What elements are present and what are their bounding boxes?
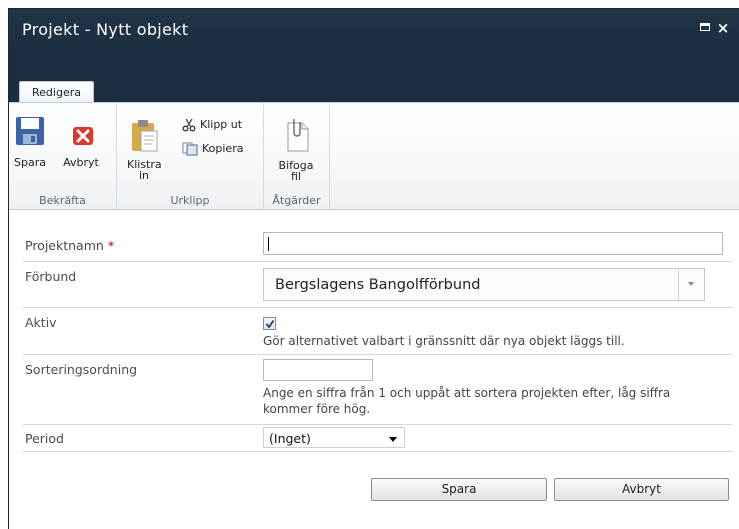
attach-file-button[interactable]: Bifoga fil [275,117,317,182]
period-label: Period [25,431,64,446]
cut-label: Klipp ut [200,118,243,131]
copy-icon [182,142,198,156]
row-period: Period (Inget) [23,425,732,452]
required-marker: * [107,238,115,253]
row-forbund: Förbund Bergslagens Bangolfförbund [23,262,732,308]
forbund-selected: Bergslagens Bangolfförbund [275,277,481,293]
cancel-label: Avbryt [63,156,99,169]
projektnamn-label: Projektnamn * [25,238,115,253]
period-selected: (Inget) [269,431,311,446]
sorteringsordning-input[interactable] [263,359,373,381]
save-icon [16,117,44,145]
paperclip-document-icon [287,119,309,152]
dialog-title: Projekt - Nytt objekt [22,20,189,39]
scissors-icon [182,118,196,132]
aktiv-hint: Gör alternativet valbart i gränssnitt dä… [263,334,625,348]
close-icon[interactable]: × [716,21,730,36]
period-select[interactable]: (Inget) [263,427,405,448]
ribbon-group-urklipp: Klistra in Klipp ut Kopiera Urklipp [117,103,264,209]
ribbon-group-bekrafta: Spara Avbryt Bekräfta [9,103,117,209]
paste-label-2: in [138,169,150,182]
group-label-urklipp: Urklipp [170,194,210,207]
cancel-icon [73,127,93,145]
title-bar: Projekt - Nytt objekt × Redigera [9,9,739,103]
sorteringsordning-hint-1: Ange en siffra från 1 och uppåt att sort… [263,386,671,400]
chevron-down-icon [678,269,704,300]
paste-icon [132,120,158,152]
maximize-icon[interactable] [699,21,713,35]
group-label-bekrafta: Bekräfta [39,194,86,207]
sorteringsordning-label: Sorteringsordning [25,362,138,377]
save-label: Spara [14,156,46,169]
row-projektnamn: Projektnamn * [23,231,732,262]
ribbon-save-button[interactable]: Spara [13,115,47,168]
forbund-select[interactable]: Bergslagens Bangolfförbund [263,268,705,301]
cut-button[interactable]: Klipp ut [182,117,242,135]
group-label-atgarder: Åtgärder [272,194,321,207]
sorteringsordning-hint-2: kommer före hög. [263,402,371,416]
paste-button[interactable]: Klistra in [127,119,162,182]
ribbon-cancel-button[interactable]: Avbryt [61,115,101,168]
row-aktiv: Aktiv Gör alternativet valbart i gränssn… [23,308,732,355]
row-sorteringsordning: Sorteringsordning Ange en siffra från 1 … [23,355,732,425]
item-form: Projektnamn * Förbund Bergslagens Bangol… [23,231,732,452]
dialog-window: Projekt - Nytt objekt × Redigera Spara A… [8,8,739,529]
save-button[interactable]: Spara [371,478,547,501]
projektnamn-input[interactable] [263,232,723,255]
forbund-label: Förbund [25,269,77,284]
aktiv-label: Aktiv [25,315,57,330]
cancel-button[interactable]: Avbryt [554,478,729,501]
checkmark-icon [265,319,275,329]
tab-redigera[interactable]: Redigera [19,81,94,103]
dropdown-arrow-icon [389,437,397,442]
copy-label: Kopiera [202,142,244,155]
aktiv-checkbox[interactable] [263,317,276,330]
ribbon: Spara Avbryt Bekräfta Klistra in Klipp u… [9,102,739,210]
attach-label-2: fil [291,170,301,183]
ribbon-group-atgarder: Bifoga fil Åtgärder [264,103,330,209]
copy-button[interactable]: Kopiera [182,141,243,159]
